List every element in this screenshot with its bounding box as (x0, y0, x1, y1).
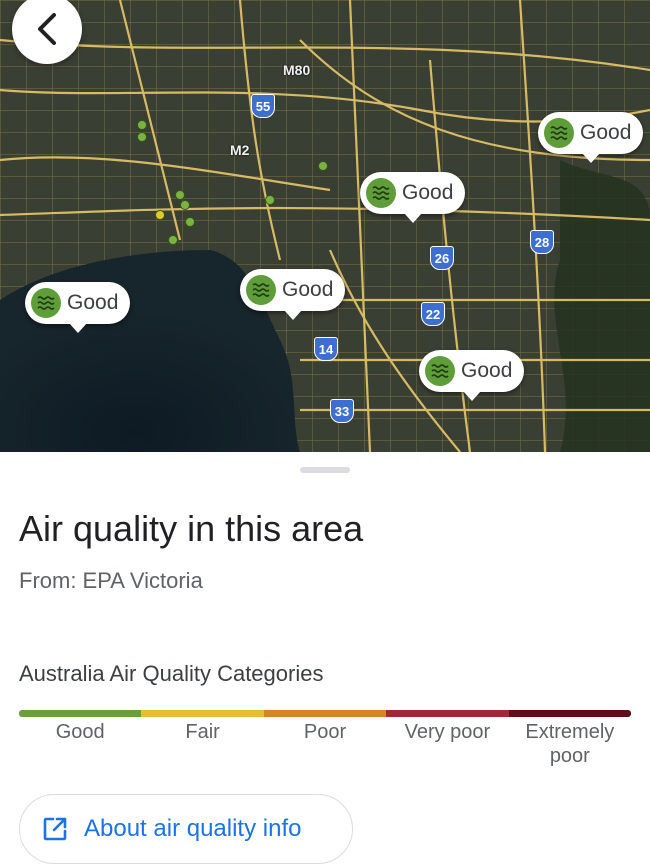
air-quality-waves-icon (246, 275, 276, 305)
air-quality-waves-icon (544, 118, 574, 148)
category-label: Poor (303, 721, 347, 743)
category-swatch-fair (141, 710, 264, 717)
road-label-m2: M2 (230, 142, 250, 158)
station-dot[interactable] (168, 235, 178, 245)
route-shield-26: 26 (430, 246, 454, 270)
station-dot[interactable] (155, 210, 165, 220)
air-quality-marker[interactable]: Good (419, 350, 525, 401)
category-swatch-good (19, 710, 142, 717)
category-color-bar (19, 710, 631, 717)
station-dot[interactable] (137, 120, 147, 130)
category-labels: Good Fair Poor Very poor Extremely poor (19, 720, 631, 768)
air-quality-marker[interactable]: Good (25, 282, 131, 333)
about-button-label: About air quality info (84, 815, 302, 842)
route-shield-14: 14 (314, 337, 338, 361)
chevron-left-icon (38, 13, 56, 45)
marker-label: Good (461, 359, 513, 382)
bottom-sheet: Air quality in this area From: EPA Victo… (0, 452, 650, 867)
station-dot[interactable] (180, 200, 190, 210)
category-swatch-extremely-poor (508, 710, 631, 717)
scale-title: Australia Air Quality Categories (19, 661, 324, 686)
air-quality-marker[interactable]: Good (240, 269, 346, 320)
station-dot[interactable] (137, 132, 147, 142)
air-quality-waves-icon (31, 288, 61, 318)
page-title: Air quality in this area (19, 508, 364, 549)
air-quality-waves-icon (425, 356, 455, 386)
category-label: Fair (185, 721, 220, 743)
route-shield-28: 28 (530, 230, 554, 254)
station-dot[interactable] (265, 195, 275, 205)
category-swatch-poor (263, 710, 387, 717)
station-dot[interactable] (185, 217, 195, 227)
map-view[interactable]: M80 M2 55 26 28 22 14 33 Good Good Good … (0, 0, 650, 452)
route-shield-55: 55 (251, 94, 275, 118)
category-swatch-very-poor (386, 710, 509, 717)
marker-label: Good (580, 121, 632, 144)
road-label-m80: M80 (283, 62, 311, 78)
category-label: Good (55, 721, 105, 743)
marker-label: Good (67, 291, 119, 314)
station-dot[interactable] (175, 190, 185, 200)
data-source: From: EPA Victoria (19, 568, 203, 593)
station-dot[interactable] (318, 161, 328, 171)
air-quality-marker[interactable]: Good (538, 112, 644, 163)
marker-label: Good (402, 181, 454, 204)
open-external-icon (43, 817, 67, 841)
drag-handle[interactable] (300, 467, 350, 473)
air-quality-marker[interactable]: Good (360, 172, 466, 223)
marker-label: Good (282, 278, 334, 301)
air-quality-waves-icon (366, 178, 396, 208)
category-label: Very poor (404, 721, 491, 743)
about-air-quality-button[interactable]: About air quality info (19, 794, 353, 864)
category-label: Extremely poor (525, 721, 615, 767)
route-shield-22: 22 (421, 302, 445, 326)
route-shield-33: 33 (330, 399, 354, 423)
satellite-map (0, 0, 650, 452)
